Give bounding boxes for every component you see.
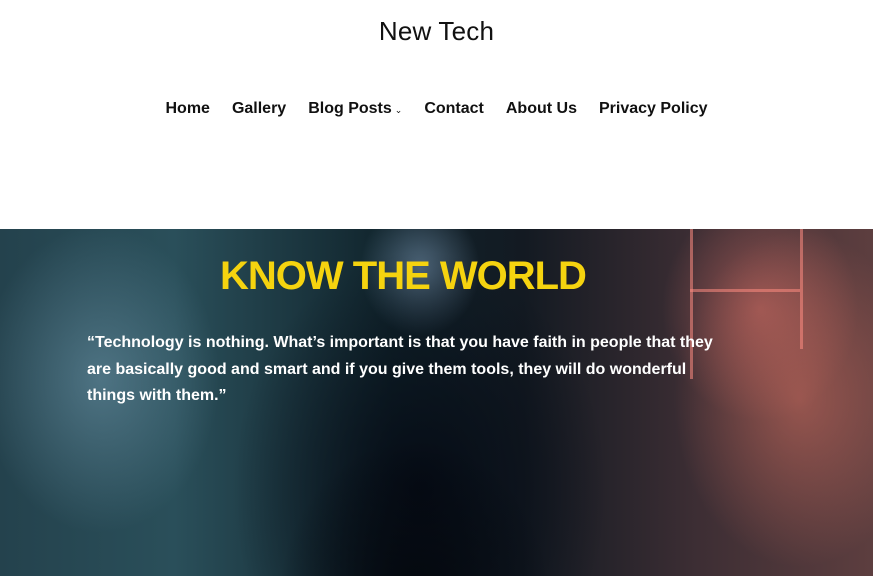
nav-item-label: Contact [424,100,484,117]
nav-item-label: About Us [505,100,577,117]
chevron-down-icon[interactable]: ⌄ [395,105,403,116]
nav-item-blog-posts[interactable]: Blog Posts ⌄ [308,100,402,118]
nav-item-contact[interactable]: Contact [424,100,484,118]
nav-item-label: Gallery [231,100,287,117]
nav-item-gallery[interactable]: Gallery [232,100,286,118]
nav-item-privacy-policy[interactable]: Privacy Policy [599,100,708,118]
primary-navigation: Home Gallery Blog Posts ⌄ Contact About … [0,100,873,118]
hero-quote: “Technology is nothing. What’s important… [87,334,713,404]
nav-item-label: Blog Posts [308,100,392,117]
neon-sign-light [690,289,800,292]
hero-title: KNOW THE WORLD [220,254,587,298]
hero-figure-silhouette [250,399,580,576]
nav-item-home[interactable]: Home [165,100,209,118]
nav-item-about-us[interactable]: About Us [506,100,577,118]
nav-item-label: Privacy Policy [598,100,708,117]
site-title-link[interactable]: New Tech [0,16,873,47]
neon-sign-light [800,229,803,349]
nav-item-label: Home [165,100,210,117]
site-header: New Tech Home Gallery Blog Posts ⌄ Conta… [0,0,873,229]
hero-cover: KNOW THE WORLD “Technology is nothing. W… [0,229,873,576]
